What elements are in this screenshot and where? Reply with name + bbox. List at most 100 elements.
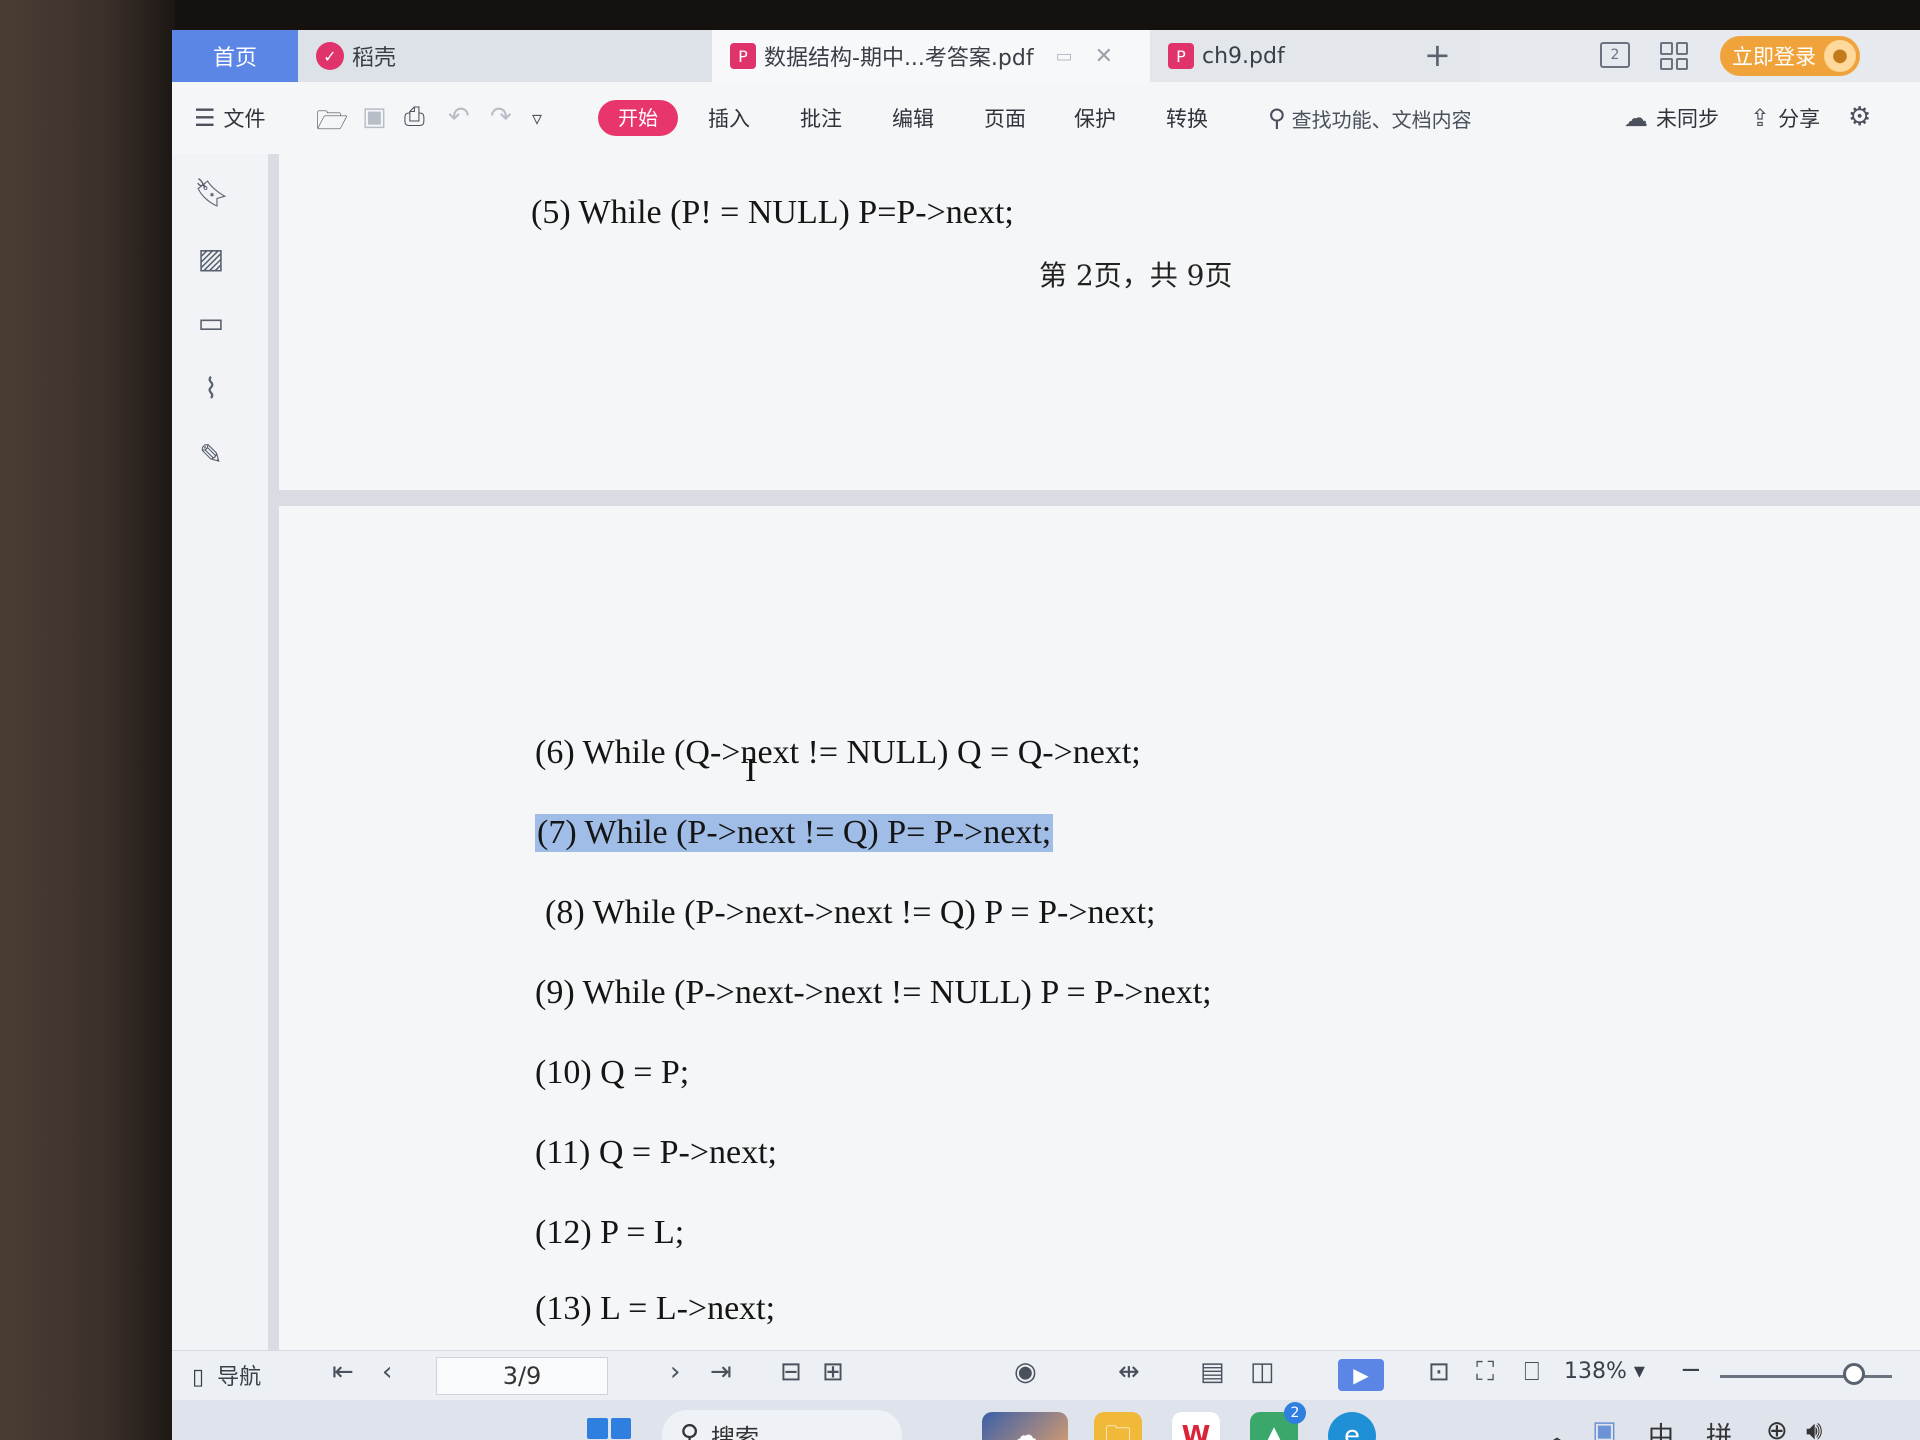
code-line-5: (5) While (P! = NULL) P=P->next; (531, 194, 1014, 231)
windows-start-icon[interactable] (587, 1418, 631, 1440)
windows-taskbar: ⚲ 搜索 ☁ 🗀 W ▲ 2 e ︿ ▣ 中 拼 ⊕ 🔊︎ (172, 1400, 1920, 1440)
attachment-icon[interactable]: ⌇ (194, 372, 228, 406)
apps-grid-icon[interactable] (1660, 42, 1688, 70)
start-label: 开始 (618, 106, 658, 130)
ribbon-tab-convert[interactable]: 转换 (1166, 82, 1208, 154)
file-label: 文件 (223, 107, 266, 131)
reading-mode-icon[interactable]: ⎕ (1524, 1357, 1540, 1388)
login-button[interactable]: 立即登录 ● (1720, 36, 1860, 76)
photos-app-icon[interactable]: ▲ 2 (1250, 1402, 1306, 1440)
fit-width-icon[interactable]: ⇹ (1118, 1357, 1140, 1387)
close-tab-icon[interactable]: ✕ (1095, 44, 1113, 69)
open-folder-icon[interactable]: 🗁 (316, 102, 348, 146)
share-icon: ⇪ (1750, 104, 1771, 132)
desk-background-left (0, 0, 175, 1440)
insert-label: 插入 (708, 107, 750, 131)
code-line: (10) Q = P; (535, 1054, 690, 1091)
feature-search[interactable]: ⚲ 查找功能、文档内容 (1268, 82, 1472, 154)
share-label: 分享 (1778, 107, 1821, 131)
code-line-selected: (7) While (P->next != Q) P= P->next; (535, 814, 1054, 852)
zoom-dropdown[interactable]: 138% ▾ (1564, 1359, 1645, 1384)
tab-home[interactable]: 首页 (172, 30, 298, 82)
code-line: (13) L = L->next; (535, 1290, 776, 1327)
play-slideshow-button[interactable]: ▶ (1338, 1359, 1384, 1391)
undo-icon[interactable]: ↶ (448, 102, 470, 132)
ribbon-tab-protect[interactable]: 保护 (1074, 82, 1116, 154)
document-view[interactable]: (5) While (P! = NULL) P=P->next; 第 2页，共 … (269, 154, 1920, 1350)
zoom-out-button[interactable]: − (1680, 1355, 1702, 1385)
volume-icon[interactable]: 🔊︎ (1806, 1416, 1822, 1440)
print-icon[interactable]: ⎙ (404, 102, 425, 133)
tab-home-label: 首页 (212, 46, 257, 71)
page-label: 页面 (984, 107, 1026, 131)
daoke-icon: ✓ (316, 42, 344, 70)
page-layout-icon-text: 2 (1610, 47, 1620, 63)
new-tab-plus-icon[interactable]: + (1424, 36, 1451, 74)
ribbon-tab-start[interactable]: 开始 (598, 100, 678, 136)
file-menu-button[interactable]: ☰ 文件 (194, 82, 266, 154)
tab-daoke[interactable]: ✓ 稻壳 (298, 30, 712, 82)
left-side-panel: 🔖︎ ▨ ▭ ⌇ ✎ (172, 154, 269, 1350)
ribbon-tab-edit[interactable]: 编辑 (892, 82, 934, 154)
desk-background-top (0, 0, 1920, 32)
share-button[interactable]: ⇪ 分享 (1750, 82, 1820, 154)
cloud-icon: ☁ (1624, 104, 1648, 132)
network-globe-icon[interactable]: ⊕ (1766, 1416, 1788, 1440)
ime-language[interactable]: 中 (1648, 1416, 1674, 1440)
prev-page-icon[interactable]: ‹ (382, 1357, 392, 1387)
ime-mode[interactable]: 拼 (1706, 1416, 1732, 1440)
double-page-icon[interactable]: ◫ (1250, 1357, 1275, 1387)
settings-gear-icon[interactable]: ⚙ (1848, 102, 1871, 132)
zoom-value: 138% (1564, 1359, 1627, 1384)
next-page-icon[interactable]: › (670, 1357, 680, 1387)
tray-chevron-up-icon[interactable]: ︿ (1544, 1416, 1570, 1440)
nav-label: 导航 (217, 1365, 262, 1390)
edge-browser-icon[interactable]: e (1328, 1412, 1376, 1440)
actual-size-icon[interactable]: ⊡ (1428, 1357, 1450, 1387)
taskbar-search-label: 搜索 (711, 1423, 760, 1440)
last-page-icon[interactable]: ⇥ (710, 1357, 732, 1387)
image-icon[interactable]: ▨ (194, 242, 228, 276)
back-icon[interactable]: ⊟ (780, 1357, 802, 1387)
zoom-slider-handle[interactable] (1843, 1363, 1866, 1385)
forward-icon[interactable]: ⊞ (822, 1357, 844, 1387)
file-explorer-icon[interactable]: 🗀 (1094, 1412, 1142, 1440)
fit-page-icon[interactable]: ⛶ (1476, 1357, 1494, 1388)
ribbon-toolbar: ☰ 文件 🗁 ▣ ⎙ ↶ ↷ ▿ 开始 插入 批注 编辑 页面 保护 转换 ⚲ … (172, 82, 1920, 155)
tab-doc1-label: 数据结构-期中...考答案.pdf (764, 46, 1034, 71)
tab-doc2-label: ch9.pdf (1202, 43, 1285, 69)
ribbon-tab-page[interactable]: 页面 (984, 82, 1026, 154)
page-footer: 第 2页，共 9页 (1039, 259, 1233, 292)
wps-office-icon[interactable]: W (1172, 1412, 1220, 1440)
single-page-icon[interactable]: ▤ (1200, 1357, 1225, 1387)
code-line: (9) While (P->next->next != NULL) P = P-… (535, 974, 1212, 1011)
meet-icon[interactable]: ▣ (1592, 1416, 1617, 1440)
feature-search-placeholder: 查找功能、文档内容 (1291, 107, 1472, 132)
page-number-input[interactable]: 3/9 (436, 1357, 608, 1395)
ribbon-tab-insert[interactable]: 插入 (708, 82, 750, 154)
ribbon-tab-annotate[interactable]: 批注 (800, 82, 842, 154)
tab-data-structure-pdf[interactable]: P 数据结构-期中...考答案.pdf ▭ ✕ (712, 30, 1150, 82)
edit-label: 编辑 (892, 107, 934, 131)
zoom-slider[interactable] (1720, 1375, 1892, 1378)
first-page-icon[interactable]: ⇤ (332, 1357, 354, 1387)
sync-button[interactable]: ☁ 未同步 (1624, 82, 1719, 154)
page-layout-icon[interactable]: 2 (1600, 42, 1630, 68)
quick-access-dropdown-icon[interactable]: ▿ (532, 106, 542, 130)
search-icon: ⚲ (1268, 104, 1286, 132)
save-icon[interactable]: ▣ (362, 102, 387, 132)
comment-icon[interactable]: ▭ (194, 306, 228, 340)
signature-icon[interactable]: ✎ (194, 438, 228, 472)
pin-icon[interactable]: ▭ (1056, 46, 1073, 67)
eye-protect-icon[interactable]: ◉ (1014, 1357, 1037, 1387)
tab-bar: 首页 ✓ 稻壳 P 数据结构-期中...考答案.pdf ▭ ✕ P ch9.pd… (172, 30, 1920, 82)
bookmark-icon[interactable]: 🔖︎ (194, 176, 230, 210)
code-line: (12) P = L; (535, 1214, 685, 1251)
avatar-icon: ● (1824, 40, 1856, 72)
redo-icon[interactable]: ↷ (490, 102, 512, 132)
weather-widget-icon[interactable]: ☁ (982, 1412, 1068, 1440)
convert-label: 转换 (1166, 107, 1208, 131)
nav-toggle[interactable]: ▯ 导航 (192, 1359, 261, 1391)
taskbar-search[interactable]: ⚲ 搜索 (662, 1410, 902, 1440)
hamburger-icon: ☰ (194, 104, 216, 132)
